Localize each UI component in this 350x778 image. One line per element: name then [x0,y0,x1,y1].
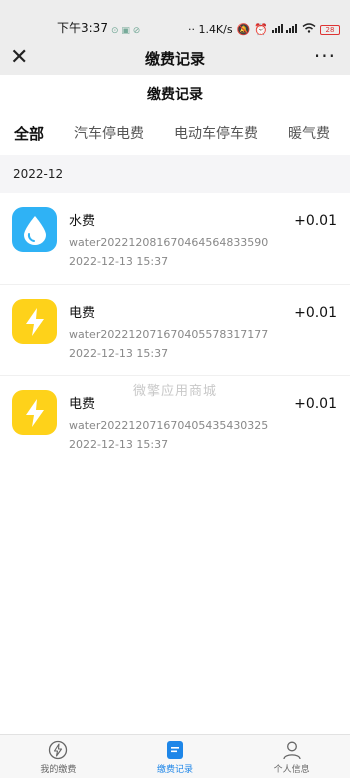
nav-label: 我的缴费 [40,765,77,775]
category-tabs: 全部 汽车停电费 电动车停车费 暖气费 [0,113,350,153]
person-icon [283,741,301,760]
battery-icon: 28 [320,24,340,35]
notification-icons: ⊙ ▣ ⊘ [110,26,141,36]
tab-ebike-parking[interactable]: 电动车停车费 [174,123,258,143]
document-icon [167,741,183,759]
record-item[interactable]: 电费 water202212071670405435430325 2022-12… [0,375,350,466]
lightning-icon [12,390,57,435]
status-bar: 下午3:37 ⊙ ▣ ⊘ ·· 1.4K/s 🔕 ⏰ 28 [0,0,350,42]
status-time: 下午3:37 [57,21,108,35]
navbar: ✕ 缴费记录 ··· [0,42,350,75]
record-order-number: water202212081670464564833590 [69,236,269,249]
nav-label: 个人信息 [273,765,310,775]
alarm-icon: ⏰ [254,23,268,36]
tab-all[interactable]: 全部 [14,123,44,144]
lightning-icon [12,299,57,344]
water-drop-icon [12,207,57,252]
signal-icon [272,23,298,36]
nav-label: 缴费记录 [157,765,194,775]
mute-icon: 🔕 [236,23,251,36]
tab-heating[interactable]: 暖气费 [288,123,330,143]
lightning-circle-icon [49,740,68,760]
record-order-number: water202212071670405435430325 [69,419,269,432]
more-options-icon[interactable]: ··· [314,44,336,68]
wifi-icon [302,23,316,36]
record-date: 2022-12-13 15:37 [69,438,169,451]
nav-payment-records[interactable]: 缴费记录 [117,735,234,778]
record-amount: +0.01 [294,213,337,229]
record-item[interactable]: 水费 water202212081670464564833590 2022-12… [0,193,350,284]
nav-my-payments[interactable]: 我的缴费 [0,735,117,778]
tab-car-parking[interactable]: 汽车停电费 [74,123,144,143]
status-right: ·· 1.4K/s 🔕 ⏰ 28 [188,23,340,36]
net-speed: ·· 1.4K/s [187,23,233,36]
navbar-title: 缴费记录 [144,50,205,68]
record-item[interactable]: 电费 water202212071670405578317177 2022-12… [0,284,350,375]
record-date: 2022-12-13 15:37 [69,255,169,268]
close-icon[interactable]: ✕ [10,46,28,70]
record-amount: +0.01 [294,305,337,321]
month-group-header: 2022-12 [0,155,350,193]
page-title: 缴费记录 [147,87,203,103]
record-date: 2022-12-13 15:37 [69,347,169,360]
record-amount: +0.01 [294,396,337,412]
bottom-nav: 我的缴费 缴费记录 个人信息 [0,734,350,778]
nav-personal-info[interactable]: 个人信息 [233,735,350,778]
record-order-number: water202212071670405578317177 [69,328,269,341]
